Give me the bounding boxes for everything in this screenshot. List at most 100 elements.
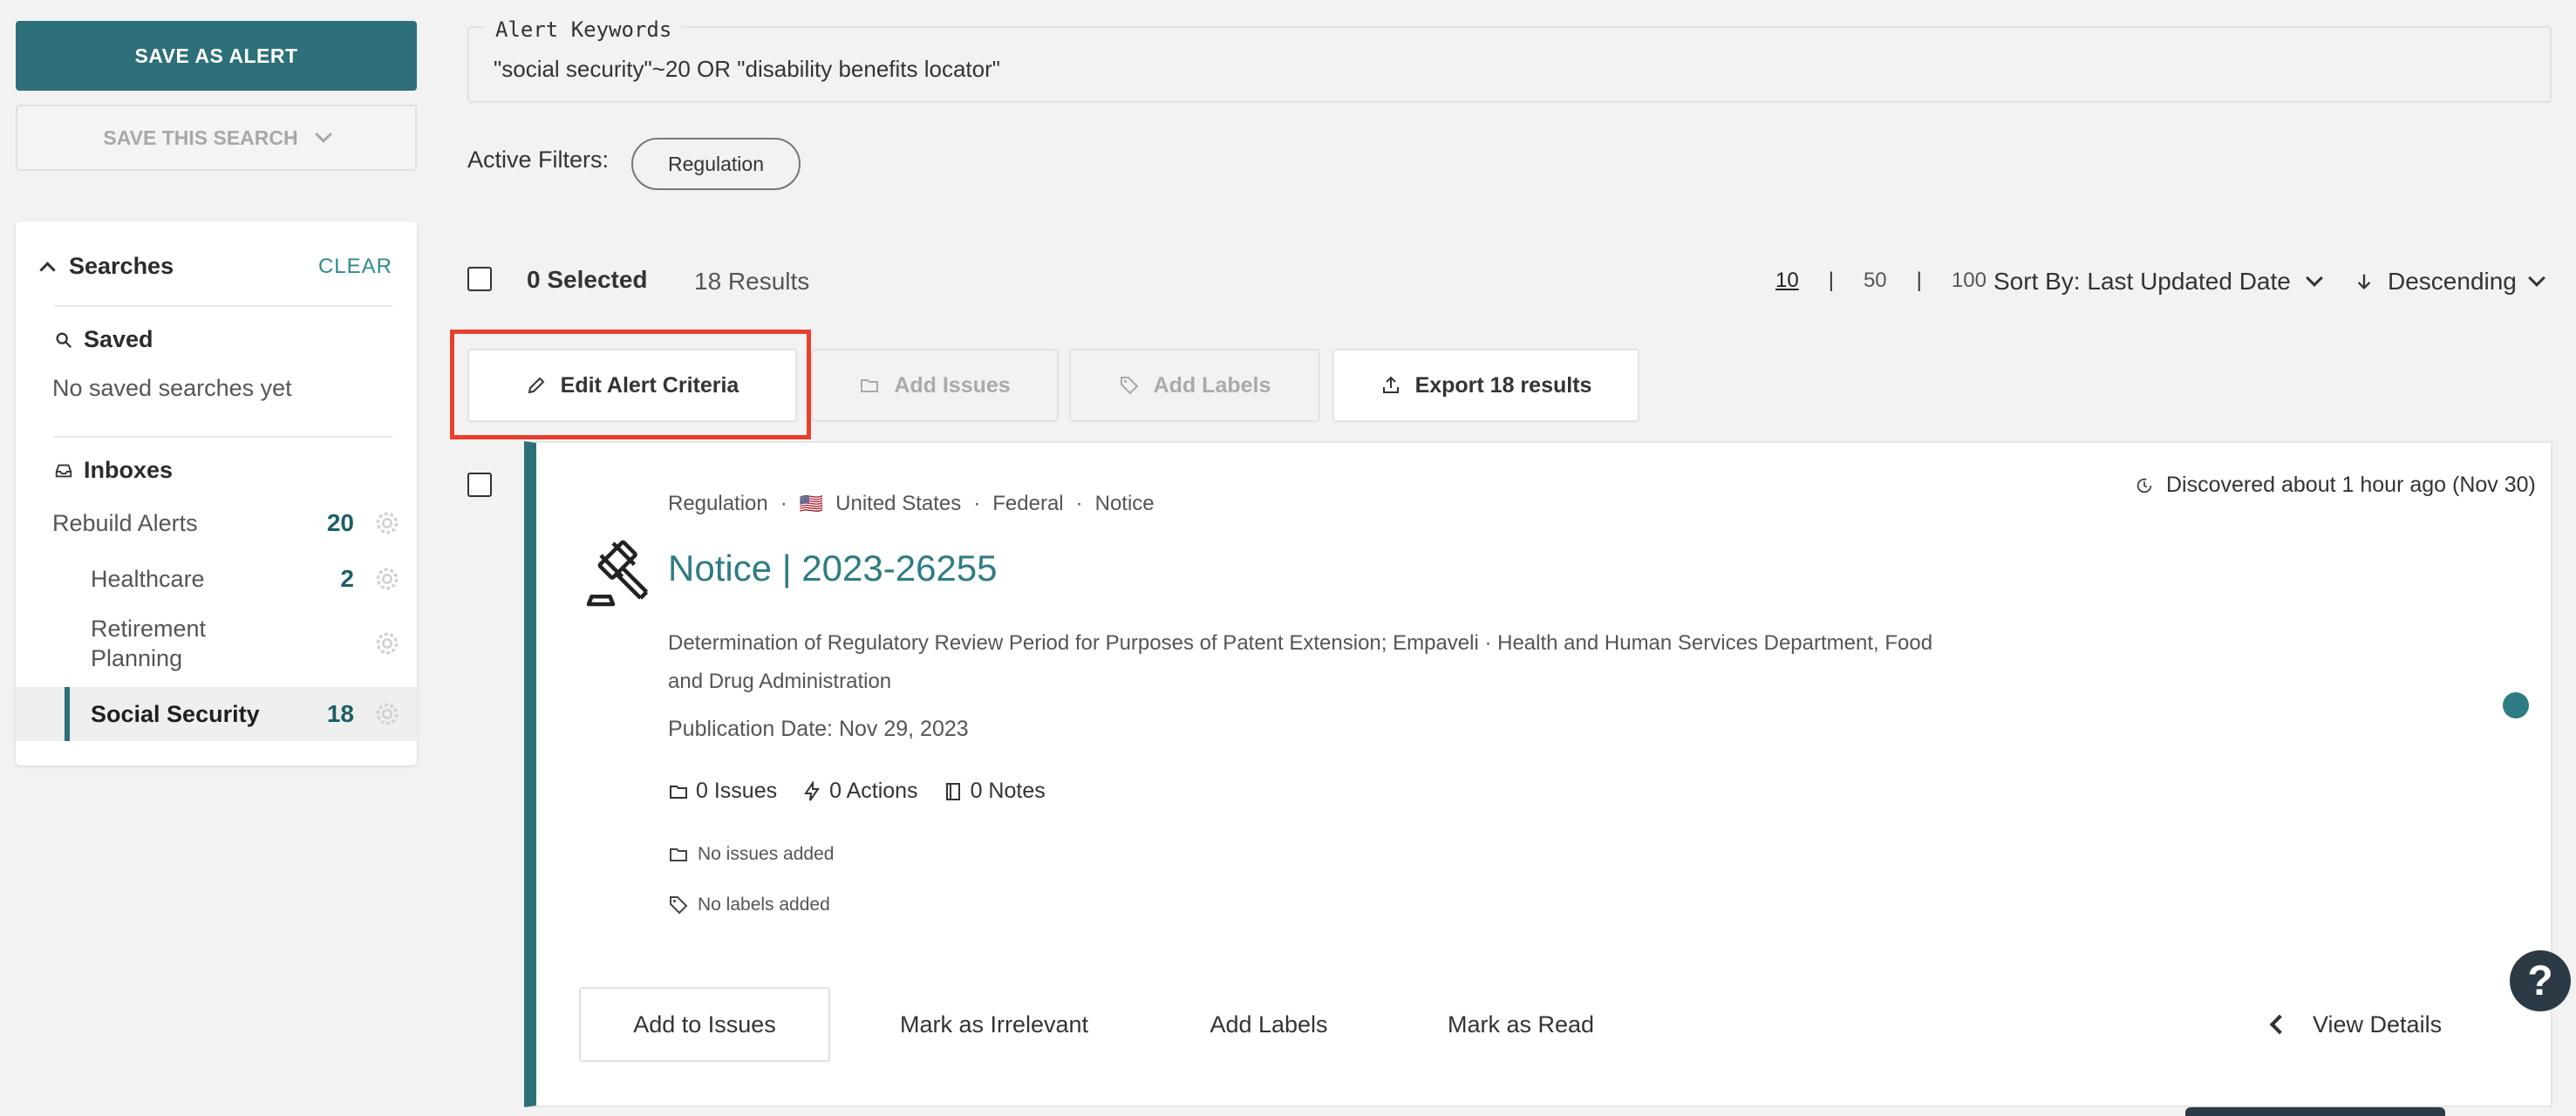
notebook-icon <box>945 782 960 800</box>
chevron-down-icon <box>314 126 332 143</box>
highlight-box <box>450 330 811 439</box>
result-description: Determination of Regulatory Review Perio… <box>668 631 1933 693</box>
add-labels-label: Add Labels <box>1153 372 1271 398</box>
clear-searches-link[interactable]: CLEAR <box>318 255 392 279</box>
inbox-item-rebuild-alerts[interactable]: Rebuild Alerts 20 <box>16 500 417 546</box>
tag-icon <box>1120 377 1139 395</box>
meta-separator: · <box>973 492 981 515</box>
add-to-issues-button[interactable]: Add to Issues <box>579 987 830 1062</box>
add-labels-button[interactable]: Add Labels <box>1069 349 1320 422</box>
notes-count[interactable]: 0 Notes <box>943 779 1046 804</box>
searches-collapse-toggle[interactable]: Searches <box>39 253 174 280</box>
saved-title: Saved <box>84 326 153 352</box>
card-add-labels-button[interactable]: Add Labels <box>1195 987 1343 1062</box>
page-size-selector: 10 | 50 | 100 <box>1775 269 1987 293</box>
meta-doc-type: Notice <box>1094 492 1155 515</box>
chevron-left-icon <box>2269 1014 2290 1035</box>
chevron-up-icon <box>39 262 56 278</box>
page-size-50[interactable]: 50 <box>1864 269 1887 293</box>
saved-empty-text: No saved searches yet <box>52 375 292 401</box>
mark-as-read-button[interactable]: Mark as Read <box>1430 987 1612 1062</box>
sort-by-label: Sort By: Last Updated Date <box>1993 268 2291 295</box>
results-count: 18 Results <box>694 268 810 295</box>
mark-irrelevant-button[interactable]: Mark as Irrelevant <box>881 987 1107 1062</box>
result-title-link[interactable]: Notice | 2023-26255 <box>668 548 998 589</box>
no-labels-line: No labels added <box>668 895 830 915</box>
folder-icon <box>670 848 687 861</box>
divider <box>54 305 392 307</box>
view-details-label: View Details <box>2313 1011 2443 1038</box>
gear-icon[interactable] <box>373 700 401 728</box>
inbox-item-label: Healthcare <box>91 566 205 592</box>
no-issues-line: No issues added <box>668 844 834 865</box>
alert-keywords-value[interactable]: "social security"~20 OR "disability bene… <box>494 56 1000 83</box>
gear-icon[interactable] <box>373 565 401 593</box>
meta-type: Regulation <box>668 492 768 515</box>
actions-count-label: 0 Actions <box>829 779 918 803</box>
saved-section-header: Saved <box>54 326 153 353</box>
filter-chip-regulation[interactable]: Regulation <box>631 138 801 190</box>
discovered-text: Discovered about 1 hour ago (Nov 30) <box>2166 473 2536 497</box>
page-size-10[interactable]: 10 <box>1775 269 1799 293</box>
add-issues-button[interactable]: Add Issues <box>811 349 1059 422</box>
gavel-icon <box>586 540 649 607</box>
separator: | <box>1916 269 1922 292</box>
divider <box>54 436 392 438</box>
separator: | <box>1828 269 1834 292</box>
bottom-toast-edge <box>2185 1107 2445 1116</box>
inbox-item-retirement-planning[interactable]: Retirement Planning <box>16 610 417 677</box>
result-meta: Regulation · 🇺🇸 United States · Federal … <box>668 492 1155 516</box>
sort-by-dropdown[interactable]: Sort By: Last Updated Date <box>1993 268 2323 296</box>
sort-order-dropdown[interactable]: Descending <box>2355 268 2545 296</box>
issues-count-label: 0 Issues <box>696 779 778 803</box>
tag-icon <box>670 896 688 915</box>
add-issues-label: Add Issues <box>894 372 1011 398</box>
inbox-count: 20 <box>326 509 354 536</box>
no-labels-text: No labels added <box>698 895 830 915</box>
inbox-count: 18 <box>326 700 354 727</box>
issues-count[interactable]: 0 Issues <box>668 779 777 804</box>
actions-count[interactable]: 0 Actions <box>801 779 918 804</box>
publication-date: Publication Date: Nov 29, 2023 <box>668 717 969 741</box>
inboxes-section-header: Inboxes <box>54 457 173 484</box>
save-as-alert-button[interactable]: SAVE AS ALERT <box>16 21 417 91</box>
select-all-checkbox[interactable] <box>467 267 492 291</box>
save-this-search-button[interactable]: SAVE THIS SEARCH <box>16 105 417 171</box>
gear-icon[interactable] <box>373 509 401 537</box>
unread-indicator <box>2503 692 2529 718</box>
notes-count-label: 0 Notes <box>970 779 1046 803</box>
meta-separator: · <box>780 492 787 515</box>
searches-panel: Searches CLEAR Saved No saved searches y… <box>16 221 417 766</box>
page-size-100[interactable]: 100 <box>1952 269 1987 293</box>
us-flag-icon: 🇺🇸 <box>799 493 824 514</box>
arrow-down-icon <box>2357 274 2371 289</box>
alert-keywords-legend: Alert Keywords <box>485 17 683 42</box>
clock-icon <box>2136 478 2152 493</box>
inboxes-title: Inboxes <box>84 457 174 483</box>
result-item-checkbox[interactable] <box>467 473 492 497</box>
save-search-label: SAVE THIS SEARCH <box>103 126 298 149</box>
export-results-button[interactable]: Export 18 results <box>1332 349 1639 422</box>
sort-order-label: Descending <box>2388 268 2517 295</box>
inbox-item-healthcare[interactable]: Healthcare 2 <box>16 556 417 602</box>
inbox-count: 2 <box>340 565 354 592</box>
meta-level: Federal <box>992 492 1064 515</box>
active-filters-label: Active Filters: <box>467 146 610 173</box>
inbox-item-label: Social Security <box>91 701 260 727</box>
view-details-button[interactable]: View Details <box>2269 987 2443 1062</box>
searches-title: Searches <box>69 253 174 279</box>
selected-count: 0 Selected <box>527 266 648 293</box>
inbox-icon <box>55 464 72 477</box>
folder-icon <box>670 785 687 799</box>
inbox-item-label: Retirement Planning <box>91 616 207 671</box>
help-button[interactable]: ? <box>2510 950 2571 1011</box>
result-counts: 0 Issues 0 Actions 0 Notes <box>668 779 1046 804</box>
upload-icon <box>1382 376 1399 393</box>
inbox-item-social-security[interactable]: Social Security 18 <box>16 687 417 741</box>
meta-separator: · <box>1075 492 1083 515</box>
lightning-icon <box>804 780 821 801</box>
gear-icon[interactable] <box>373 629 401 657</box>
chevron-down-icon <box>2305 269 2323 287</box>
chevron-down-icon <box>2527 269 2545 287</box>
no-issues-text: No issues added <box>698 844 835 864</box>
